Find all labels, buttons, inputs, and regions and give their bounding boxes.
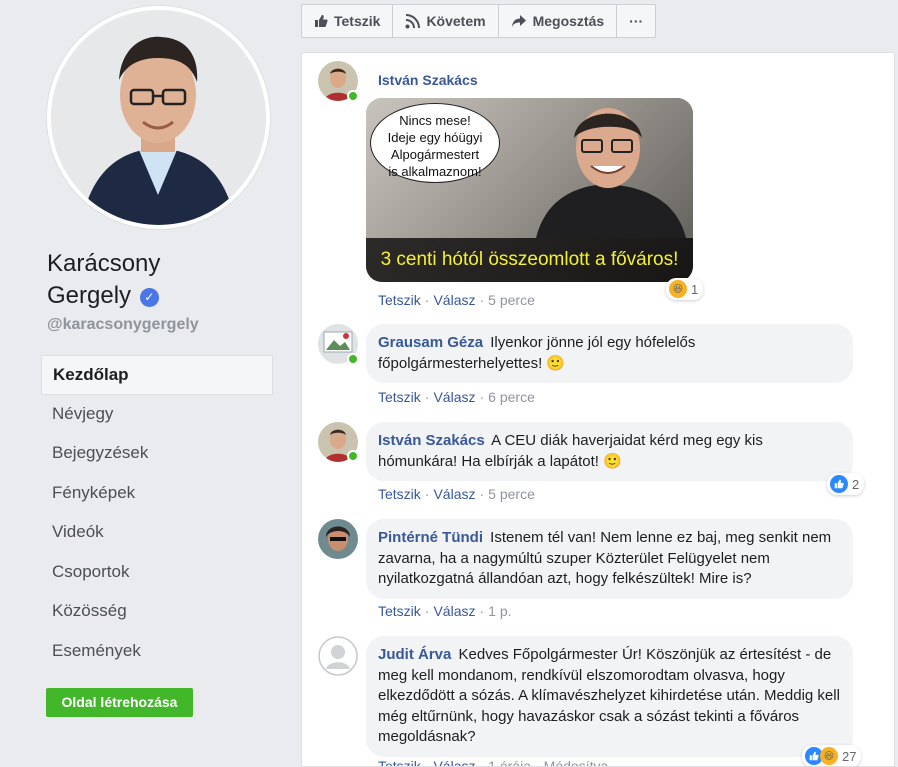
verified-check-icon: ✓ [139,288,159,307]
more-options-button[interactable]: ··· [617,5,655,37]
meme-speech-line: is alkalmaznom! [388,164,482,179]
share-label: Megosztás [532,13,605,29]
comment-time[interactable]: 6 perce [488,389,535,405]
like-page-label: Tetszik [334,13,381,29]
profile-photo [51,10,266,225]
comment-meta: Tetszik · Válasz · 5 perce [378,486,535,502]
nav-item-videos[interactable]: Videók [41,513,273,553]
comment-author[interactable]: Grausam Géza [378,334,483,351]
comment-author[interactable]: István Szakács [378,72,478,88]
thumbs-up-icon [315,15,328,27]
comment-reply-link[interactable]: Válasz [433,758,475,766]
comment-like-link[interactable]: Tetszik [378,389,421,405]
main-column: Tetszik Követem Megosztás ··· István Sza… [286,0,898,767]
comment-meta: Tetszik · Válasz · 1 órája · Módosítva [378,758,609,766]
comment-reply-link[interactable]: Válasz [433,486,475,502]
comment-reply-link[interactable]: Válasz [433,603,475,619]
comment-like-link[interactable]: Tetszik [378,603,421,619]
reaction-summary[interactable]: 😆 1 [666,278,704,300]
nav-item-community[interactable]: Közösség [41,592,273,632]
online-status-dot [347,90,359,102]
reaction-count: 27 [842,748,857,764]
comment-bubble: István Szakács A CEU diák haverjaidat ké… [366,422,853,481]
reaction-count: 2 [852,476,860,492]
comment-time[interactable]: 5 perce [488,292,535,308]
rss-icon [405,13,421,28]
share-arrow-icon [511,15,526,27]
comment-time[interactable]: 5 perce [488,486,535,502]
page-nav: Kezdőlap Névjegy Bejegyzések Fényképek V… [41,355,273,671]
comment-meta: Tetszik · Válasz · 5 perce [378,292,535,308]
page-title[interactable]: Karácsony Gergely ✓ [47,248,160,312]
comment-meta: Tetszik · Válasz · 6 perce [378,389,535,405]
page-handle[interactable]: @karacsonygergely [47,316,199,334]
reaction-count: 1 [691,281,699,297]
reaction-summary[interactable]: 😆 27 [802,745,862,766]
comment-time[interactable]: 1 p. [488,603,511,619]
follow-button[interactable]: Követem [393,5,499,37]
online-status-dot [347,353,359,365]
commenter-avatar[interactable] [318,519,358,559]
page-action-bar: Tetszik Követem Megosztás ··· [301,4,657,38]
meme-person-illustration [536,108,686,238]
meme-speech-bubble: Nincs mese! Ideje egy hóügyi Alpogármest… [370,103,500,183]
meme-speech-line: Nincs mese! [399,113,471,128]
reaction-summary[interactable]: 2 [827,473,865,495]
more-dots-icon: ··· [629,13,644,29]
nav-item-about[interactable]: Névjegy [41,395,273,435]
nav-item-groups[interactable]: Csoportok [41,553,273,593]
comment-reply-link[interactable]: Válasz [433,389,475,405]
online-status-dot [347,450,359,462]
commenter-avatar[interactable] [318,636,358,676]
comments-feed: István Szakács Nincs mese! Ideje egy hóü… [301,52,895,767]
avatar-image [318,519,358,559]
comment-bubble: Judit Árva Kedves Főpolgármester Úr! Kös… [366,636,853,757]
profile-picture[interactable] [47,6,270,229]
create-page-button[interactable]: Oldal létrehozása [46,688,193,717]
comment-like-link[interactable]: Tetszik [378,292,421,308]
share-button[interactable]: Megosztás [499,5,618,37]
comment-like-link[interactable]: Tetszik [378,486,421,502]
page-name-line1: Karácsony [47,250,161,277]
left-sidebar: Karácsony Gergely ✓ @karacsonygergely Ke… [0,0,286,767]
comment-edited[interactable]: Módosítva [544,758,609,766]
like-page-button[interactable]: Tetszik [302,5,394,37]
comment-time[interactable]: 1 órája [488,758,531,766]
meme-speech-line: Ideje egy hóügyi [387,130,483,145]
default-avatar-icon [318,636,358,676]
nav-item-events[interactable]: Események [41,632,273,672]
comment-author[interactable]: István Szakács [378,432,485,449]
comment-reply-link[interactable]: Válasz [433,292,475,308]
comment-author[interactable]: Judit Árva [378,646,451,663]
comment-meme-image[interactable]: Nincs mese! Ideje egy hóügyi Alpogármest… [366,98,693,282]
nav-item-posts[interactable]: Bejegyzések [41,434,273,474]
comment-author[interactable]: Pintérné Tündi [378,529,483,546]
page-name-line2: Gergely [47,282,132,309]
nav-item-photos[interactable]: Fényképek [41,474,273,514]
nav-item-home[interactable]: Kezdőlap [41,355,273,395]
haha-reaction-icon: 😆 [669,280,687,298]
meme-speech-line: Alpogármestert [390,147,480,162]
like-reaction-icon [830,475,848,493]
comment-bubble: Pintérné Tündi Istenem tél van! Nem lenn… [366,519,853,599]
follow-label: Követem [426,13,486,29]
meme-caption: 3 centi hótól összeomlott a főváros! [366,238,693,282]
comment-bubble: Grausam Géza Ilyenkor jönne jól egy hófe… [366,324,853,383]
comment-meta: Tetszik · Válasz · 1 p. [378,603,512,619]
comment-like-link[interactable]: Tetszik [378,758,421,766]
haha-reaction-icon: 😆 [820,747,838,765]
portrait-illustration [51,10,266,225]
